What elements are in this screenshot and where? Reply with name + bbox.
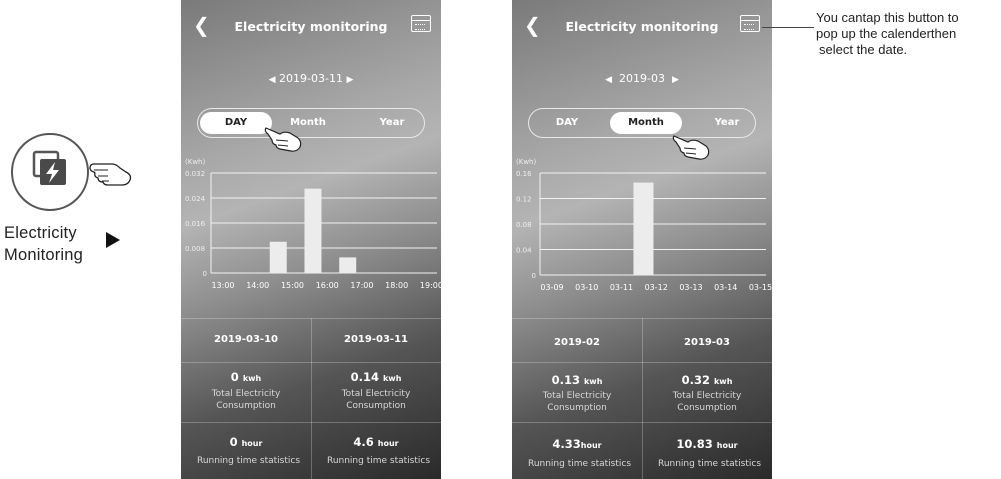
x-tick-label: 03-13 [679,283,702,292]
arrow-right-icon [106,232,120,248]
label-line-2: Monitoring [4,246,84,264]
bar [633,182,654,275]
x-tick-label: 03-11 [610,283,633,292]
stats-table: 2019-03-10 2019-03-11 0 kwh 0.14 kwh Tot… [181,318,441,479]
period-segmented-control: DAY Month Year [528,108,756,138]
next-date-icon[interactable]: ▶ [346,75,353,85]
x-tick-label: 19:00 [420,281,441,290]
tab-year[interactable]: Year [356,112,428,134]
column-2-energy-label: Total Electricity Consumption [341,389,411,411]
note-line-1: You cantap this button to [816,10,959,25]
y-tick-label: 0 [532,272,536,280]
column-1-energy: 0 kwh [230,370,262,384]
page-title: Electricity monitoring [234,19,388,34]
column-1-date: 2019-03-10 [214,334,278,345]
column-1-runtime: 4.33hour [552,437,602,451]
column-1-runtime-label: Running time statistics [527,459,632,469]
electricity-monitor-button[interactable] [11,133,89,211]
electricity-monitoring-label: Electricity Monitoring [4,222,83,266]
chart-month: (Kwh) 0 0.04 0.08 0.12 0.16 03-09 03-10 03-11 03-… [516,158,772,292]
x-tick-label: 14:00 [246,281,269,290]
column-2-energy: 0.14 kwh [350,370,402,384]
y-axis-label: (Kwh) [516,158,536,166]
tab-day[interactable]: DAY [200,112,272,134]
y-tick-label: 0.032 [185,170,205,178]
electricity-monitor-icon [32,150,66,185]
date-label: 2019-03-11 [279,72,343,85]
x-tick-label: 18:00 [385,281,408,290]
column-1-runtime-label: Running time statistics [196,456,301,466]
column-2-energy: 0.32 kwh [681,373,733,387]
column-2-runtime-label: Running time statistics [326,456,431,466]
next-date-icon[interactable]: ▶ [672,75,679,85]
x-tick-label: 17:00 [350,281,373,290]
period-segmented-control: DAY Month Year [197,108,425,138]
prev-date-icon[interactable]: ◀ [605,75,612,85]
bar [304,188,322,273]
y-tick-label: 0.008 [185,245,205,253]
callout-line [762,27,814,28]
calendar-icon[interactable] [411,15,431,32]
y-tick-label: 0.12 [516,196,532,204]
y-tick-label: 0 [203,270,207,278]
chart-day: (Kwh) 0 0.008 0.016 0.024 0.032 13:00 14:00 15:0… [185,158,441,290]
column-2-energy-label: Total Electricity Consumption [672,391,742,413]
x-tick-label: 16:00 [316,281,339,290]
column-1-energy: 0.13 kwh [551,373,603,387]
x-tick-label: 03-10 [575,283,598,292]
y-tick-label: 0.024 [185,195,206,203]
column-2-runtime: 4.6 hour [353,435,399,449]
stats-table: 2019-02 2019-03 0.13 kwh 0.32 kwh Total … [512,318,772,479]
x-tick-label: 13:00 [211,281,234,290]
x-tick-label: 03-12 [645,283,668,292]
prev-date-icon[interactable]: ◀ [269,75,276,85]
date-navigator: ◀ 2019-03 ▶ [512,72,772,85]
column-1-energy-label: Total Electricity Consumption [211,389,281,411]
y-axis-label: (Kwh) [185,158,205,166]
phone-screen-day: ❮ Electricity monitoring ◀ 2019-03-11 ▶ … [181,0,441,479]
x-tick-label: 03-09 [540,283,563,292]
column-2-date: 2019-03-11 [344,334,408,345]
column-1-date: 2019-02 [554,337,600,348]
y-tick-label: 0.016 [185,220,206,228]
y-tick-label: 0.16 [516,170,532,178]
column-2-runtime: 10.83 hour [676,437,738,451]
x-tick-label: 15:00 [281,281,304,290]
label-line-1: Electricity [4,224,77,242]
calendar-icon[interactable] [740,15,760,32]
x-tick-label: 03-14 [714,283,737,292]
note-line-3: select the date. [819,42,908,57]
bar [269,241,287,273]
page-title: Electricity monitoring [565,19,719,34]
column-1-energy-label: Total Electricity Consumption [542,391,612,413]
column-1-runtime: 0 hour [229,435,263,449]
pointing-hand-icon [89,163,132,186]
y-tick-label: 0.08 [516,221,532,229]
note-line-2: pop up the calenderthen [816,26,957,41]
date-navigator: ◀ 2019-03-11 ▶ [181,72,441,85]
phone-screen-month: ❮ Electricity monitoring ◀ 2019-03 ▶ DAY… [512,0,772,479]
column-2-runtime-label: Running time statistics [657,459,762,469]
tab-day[interactable]: DAY [531,112,603,134]
bar [339,257,357,273]
y-tick-label: 0.04 [516,247,532,255]
calendar-callout-note: You cantap this button to pop up the cal… [816,10,959,58]
column-2-date: 2019-03 [684,337,730,348]
x-tick-label: 03-15 [749,283,772,292]
date-label: 2019-03 [619,72,665,85]
